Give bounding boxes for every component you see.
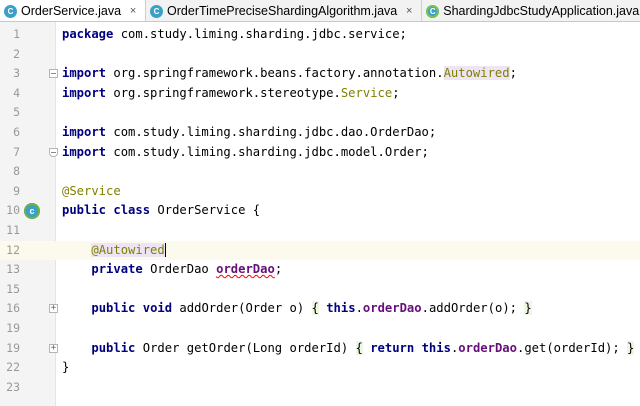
line-number: 5 bbox=[13, 105, 20, 120]
tab-order-time-precise-sharding-algorithm[interactable]: C OrderTimePreciseShardingAlgorithm.java… bbox=[146, 0, 423, 21]
line-number: 8 bbox=[13, 164, 20, 179]
line-number: 3 bbox=[13, 66, 20, 81]
line-number: 10 bbox=[6, 203, 20, 218]
fold-expand-toggle[interactable] bbox=[49, 304, 58, 314]
line-number: 12 bbox=[6, 242, 20, 257]
line-content: import org.springframework.stereotype.Se… bbox=[62, 85, 400, 100]
line-number: 2 bbox=[13, 46, 20, 61]
line-number: 15 bbox=[6, 281, 20, 296]
tab-order-service[interactable]: C OrderService.java × bbox=[0, 0, 147, 21]
line-content: private OrderDao orderDao; bbox=[91, 262, 283, 277]
code-line-current[interactable]: 12 @Autowired bbox=[0, 240, 640, 261]
code-editor[interactable]: 1 package com.study.liming.sharding.jdbc… bbox=[0, 22, 640, 406]
tab-sharding-jdbc-study-application[interactable]: C ShardingJdbcStudyApplication.java × bbox=[422, 0, 640, 21]
line-content: public Order getOrder(Long orderId) { re… bbox=[91, 340, 635, 355]
code-line[interactable]: 19 public Order getOrder(Long orderId) {… bbox=[0, 339, 640, 359]
code-line[interactable]: 8 bbox=[0, 162, 640, 182]
spring-bean-icon[interactable]: c bbox=[24, 203, 40, 220]
line-number: 13 bbox=[6, 262, 20, 277]
code-line[interactable]: 2 bbox=[0, 45, 640, 65]
line-content: import org.springframework.beans.factory… bbox=[62, 66, 517, 81]
java-class-icon: C bbox=[4, 4, 17, 18]
code-line[interactable]: 4 import org.springframework.stereotype.… bbox=[0, 84, 640, 104]
code-line[interactable]: 16 public void addOrder(Order o) { this.… bbox=[0, 299, 640, 319]
code-line[interactable]: 23 bbox=[0, 378, 640, 398]
line-content: @Autowired bbox=[91, 242, 166, 258]
line-number: 9 bbox=[13, 183, 20, 198]
code-line[interactable]: 3 import org.springframework.beans.facto… bbox=[0, 64, 640, 84]
code-line[interactable]: 19 bbox=[0, 319, 640, 339]
code-line[interactable]: 1 package com.study.liming.sharding.jdbc… bbox=[0, 25, 640, 45]
fold-expand-toggle[interactable] bbox=[49, 343, 58, 353]
code-line[interactable]: 15 bbox=[0, 280, 640, 300]
spring-boot-class-icon: C bbox=[426, 4, 440, 18]
line-content: package com.study.liming.sharding.jdbc.s… bbox=[62, 27, 407, 41]
code-line[interactable]: 6 import com.study.liming.sharding.jdbc.… bbox=[0, 123, 640, 143]
line-number: 19 bbox=[6, 321, 20, 335]
code-line[interactable]: 10 c public class OrderService { bbox=[0, 201, 640, 221]
line-number: 23 bbox=[6, 379, 20, 394]
line-content: @Service bbox=[62, 183, 121, 198]
line-number: 4 bbox=[13, 85, 20, 100]
line-number: 22 bbox=[6, 360, 20, 375]
java-class-icon: C bbox=[150, 4, 164, 18]
line-content: public void addOrder(Order o) { this.ord… bbox=[91, 301, 532, 316]
code-line[interactable]: 11 bbox=[0, 221, 640, 241]
code-line[interactable]: 9 @Service bbox=[0, 182, 640, 202]
close-icon[interactable]: × bbox=[127, 5, 139, 17]
code-line[interactable]: 22 } bbox=[0, 358, 640, 378]
code-line[interactable]: 7 import com.study.liming.sharding.jdbc.… bbox=[0, 143, 640, 163]
tab-label: OrderService.java bbox=[21, 4, 122, 18]
editor-tab-bar: C OrderService.java × C OrderTimePrecise… bbox=[0, 0, 640, 22]
line-number: 7 bbox=[13, 144, 20, 159]
line-number: 1 bbox=[13, 27, 20, 41]
tab-label: OrderTimePreciseShardingAlgorithm.java bbox=[167, 4, 398, 18]
line-number: 19 bbox=[6, 340, 20, 355]
line-content: import com.study.liming.sharding.jdbc.mo… bbox=[62, 144, 429, 159]
line-content: } bbox=[62, 360, 70, 375]
fold-toggle[interactable] bbox=[49, 147, 58, 157]
fold-toggle[interactable] bbox=[49, 69, 58, 79]
line-number: 6 bbox=[13, 125, 20, 139]
tab-label: ShardingJdbcStudyApplication.java bbox=[443, 4, 640, 18]
code-line[interactable]: 13 private OrderDao orderDao; bbox=[0, 260, 640, 280]
line-content: public class OrderService { bbox=[62, 203, 261, 218]
text-caret bbox=[164, 243, 166, 258]
line-number: 16 bbox=[6, 301, 20, 316]
close-icon[interactable]: × bbox=[403, 5, 415, 17]
line-content: import com.study.liming.sharding.jdbc.da… bbox=[62, 125, 437, 139]
code-line[interactable]: 5 bbox=[0, 103, 640, 123]
line-number: 11 bbox=[6, 223, 20, 237]
